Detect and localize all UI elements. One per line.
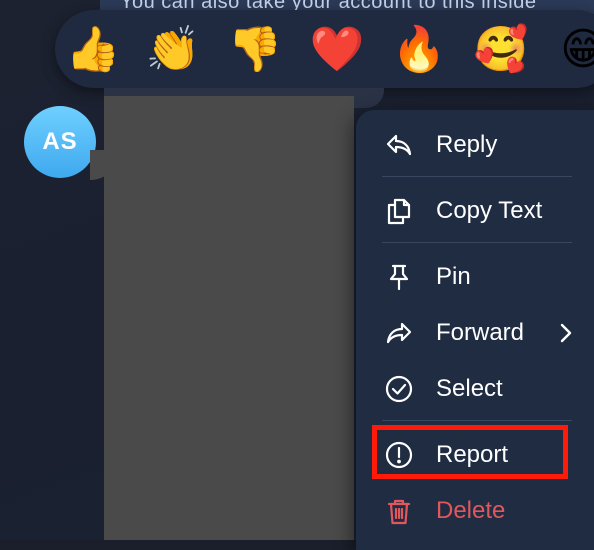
menu-label-forward: Forward [436,319,525,346]
menu-item-reply[interactable]: Reply [356,120,594,170]
reaction-clapping-hands[interactable]: 👏 [143,20,203,80]
reaction-thumbs-down[interactable]: 👎 [225,20,285,80]
menu-item-forward[interactable]: Forward [356,308,594,358]
chevron-right-icon [556,321,576,345]
menu-label-pin: Pin [436,263,471,290]
menu-label-copy-text: Copy Text [436,197,543,224]
menu-label-delete: Delete [436,497,506,524]
check-circle-icon [382,372,416,406]
reaction-thumbs-up[interactable]: 👍 [63,20,123,80]
menu-divider [382,242,572,243]
avatar-initials: AS [42,128,78,155]
menu-divider [382,420,572,421]
reply-icon [382,128,416,162]
reaction-beaming-face[interactable]: 😁 [553,20,594,80]
reaction-fire[interactable]: 🔥 [389,20,449,80]
pin-icon [382,260,416,294]
reaction-red-heart[interactable]: ❤️ [307,20,367,80]
report-highlight-box [372,425,568,479]
reactions-bar: 👍 👏 👎 ❤️ 🔥 🥰 😁 [55,10,594,88]
avatar[interactable]: AS [24,106,96,178]
menu-label-reply: Reply [436,131,498,158]
menu-item-delete[interactable]: Delete [356,486,594,536]
menu-divider [382,176,572,177]
redacted-message-bubble[interactable] [104,96,354,540]
reaction-smiling-face-with-hearts[interactable]: 🥰 [471,20,531,80]
trash-icon [382,494,416,528]
menu-item-copy-text[interactable]: Copy Text [356,186,594,236]
forward-icon [382,316,416,350]
menu-item-pin[interactable]: Pin [356,252,594,302]
copy-icon [382,194,416,228]
menu-item-select[interactable]: Select [356,364,594,414]
menu-label-select: Select [436,375,503,402]
message-context-menu: Reply Copy Text Pin Forward Select Repor… [356,110,594,550]
